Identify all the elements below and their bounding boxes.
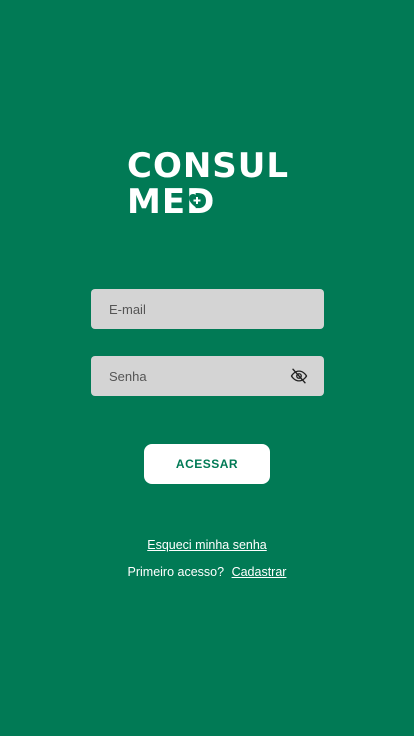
password-input[interactable] <box>107 367 284 385</box>
logo-line-1: CONSUL <box>127 146 290 186</box>
logo-line-2-prefix: ME <box>127 182 187 222</box>
email-input[interactable] <box>107 300 308 318</box>
eye-off-icon[interactable] <box>290 367 308 385</box>
login-button[interactable]: ACESSAR <box>144 444 270 484</box>
logo-line-2: ME D <box>127 185 297 219</box>
email-field-container <box>91 289 324 329</box>
heart-plus-icon <box>189 194 206 208</box>
logo-d-with-heart: D <box>186 185 215 219</box>
app-logo: CONSUL ME D <box>127 149 297 219</box>
signup-row: Primeiro acesso? Cadastrar <box>0 565 414 579</box>
forgot-password-link[interactable]: Esqueci minha senha <box>147 538 267 552</box>
password-field-container <box>91 356 324 396</box>
first-access-text: Primeiro acesso? <box>127 565 225 579</box>
signup-link[interactable]: Cadastrar <box>232 565 287 579</box>
forgot-password-row: Esqueci minha senha <box>0 538 414 552</box>
